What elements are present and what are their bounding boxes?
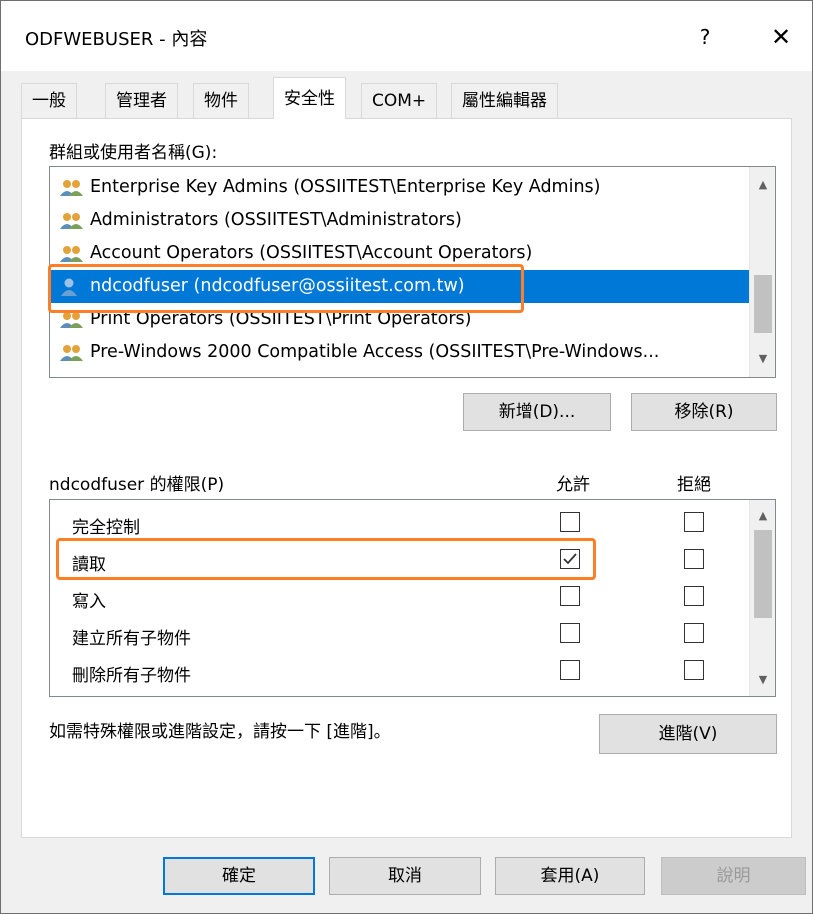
group-icon (60, 345, 83, 361)
allow-header: 允許 (556, 475, 590, 495)
list-item-label: Administrators (OSSIITEST\Administrators… (90, 210, 462, 230)
advanced-hint: 如需特殊權限或進階設定，請按一下 [進階]。 (49, 722, 391, 742)
list-item-label: Print Operators (OSSIITEST\Print Operato… (90, 309, 472, 329)
permission-row: 讀取 (50, 541, 750, 578)
permission-row: 建立所有子物件 (50, 615, 750, 652)
list-item-label: ndcodfuser (ndcodfuser@ossiitest.com.tw) (90, 276, 465, 296)
deny-checkbox[interactable] (684, 512, 704, 532)
deny-checkbox[interactable] (684, 549, 704, 569)
tab-com-plus[interactable]: COM+ (361, 83, 438, 118)
allow-checkbox[interactable] (560, 512, 580, 532)
close-icon[interactable]: ✕ (761, 21, 801, 53)
permission-row: 刪除所有子物件 (50, 652, 750, 689)
list-item[interactable]: Pre-Windows 2000 Compatible Access (OSSI… (50, 336, 750, 369)
scroll-down-icon[interactable]: ▼ (750, 347, 775, 371)
allow-checkbox[interactable] (560, 660, 580, 680)
group-icon (60, 180, 83, 196)
permission-name: 寫入 (72, 592, 106, 612)
permission-name: 完全控制 (72, 518, 140, 538)
help-button[interactable]: 說明 (661, 857, 806, 895)
allow-checkbox[interactable] (560, 623, 580, 643)
deny-checkbox[interactable] (684, 660, 704, 680)
checkmark-icon (563, 553, 577, 565)
list-item-selected[interactable]: ndcodfuser (ndcodfuser@ossiitest.com.tw) (50, 270, 750, 303)
allow-checkbox-checked[interactable] (560, 549, 580, 569)
allow-checkbox[interactable] (560, 586, 580, 606)
list-item[interactable]: Account Operators (OSSIITEST\Account Ope… (50, 237, 750, 270)
ok-button[interactable]: 確定 (163, 857, 315, 895)
help-icon[interactable]: ? (685, 21, 725, 53)
groups-listbox[interactable]: Enterprise Key Admins (OSSIITEST\Enterpr… (49, 166, 776, 378)
permission-name: 建立所有子物件 (72, 629, 191, 649)
advanced-button[interactable]: 進階(V) (599, 714, 777, 754)
permission-name: 刪除所有子物件 (72, 666, 191, 686)
user-icon (61, 278, 77, 296)
tab-general[interactable]: 一般 (21, 83, 77, 118)
deny-checkbox[interactable] (684, 623, 704, 643)
scroll-up-icon[interactable]: ▲ (750, 504, 775, 528)
scroll-up-icon[interactable]: ▲ (750, 173, 775, 197)
apply-button[interactable]: 套用(A) (495, 857, 645, 895)
group-icon (60, 246, 83, 262)
groups-label: 群組或使用者名稱(G): (49, 143, 218, 163)
list-item-label: Enterprise Key Admins (OSSIITEST\Enterpr… (90, 177, 601, 197)
permission-row: 寫入 (50, 578, 750, 615)
tab-object[interactable]: 物件 (193, 83, 249, 118)
scroll-thumb[interactable] (754, 530, 772, 618)
groups-scrollbar[interactable]: ▲ ▼ (749, 167, 775, 377)
permissions-scrollbar[interactable]: ▲ ▼ (749, 500, 775, 696)
group-icon (60, 213, 83, 229)
deny-header: 拒絕 (677, 475, 711, 495)
window-title: ODFWEBUSER - 內容 (25, 29, 208, 50)
tab-security[interactable]: 安全性 (273, 77, 346, 119)
title-bar: ODFWEBUSER - 內容 ? ✕ (1, 1, 812, 71)
cancel-button[interactable]: 取消 (329, 857, 481, 895)
properties-dialog: ODFWEBUSER - 內容 ? ✕ 一般 管理者 物件 安全性 COM+ 屬… (0, 0, 813, 914)
permissions-label: ndcodfuser 的權限(P) (49, 475, 225, 495)
list-item-label: Account Operators (OSSIITEST\Account Ope… (90, 243, 533, 263)
add-button[interactable]: 新增(D)... (463, 393, 611, 431)
scroll-down-icon[interactable]: ▼ (750, 668, 775, 692)
list-item[interactable]: Administrators (OSSIITEST\Administrators… (50, 204, 750, 237)
list-item[interactable]: Print Operators (OSSIITEST\Print Operato… (50, 303, 750, 336)
tab-managed-by[interactable]: 管理者 (105, 83, 178, 118)
permissions-listbox[interactable]: 完全控制 讀取 寫入 建立所有子物件 刪除所有子物件 ▲ ▼ (49, 499, 776, 697)
permission-row: 完全控制 (50, 504, 750, 541)
scroll-thumb[interactable] (754, 275, 772, 333)
group-icon (60, 312, 83, 328)
list-item[interactable]: Enterprise Key Admins (OSSIITEST\Enterpr… (50, 171, 750, 204)
deny-checkbox[interactable] (684, 586, 704, 606)
permission-name: 讀取 (72, 555, 106, 575)
list-item-label: Pre-Windows 2000 Compatible Access (OSSI… (90, 342, 660, 362)
tab-attribute-editor[interactable]: 屬性編輯器 (451, 83, 558, 118)
remove-button[interactable]: 移除(R) (631, 393, 777, 431)
